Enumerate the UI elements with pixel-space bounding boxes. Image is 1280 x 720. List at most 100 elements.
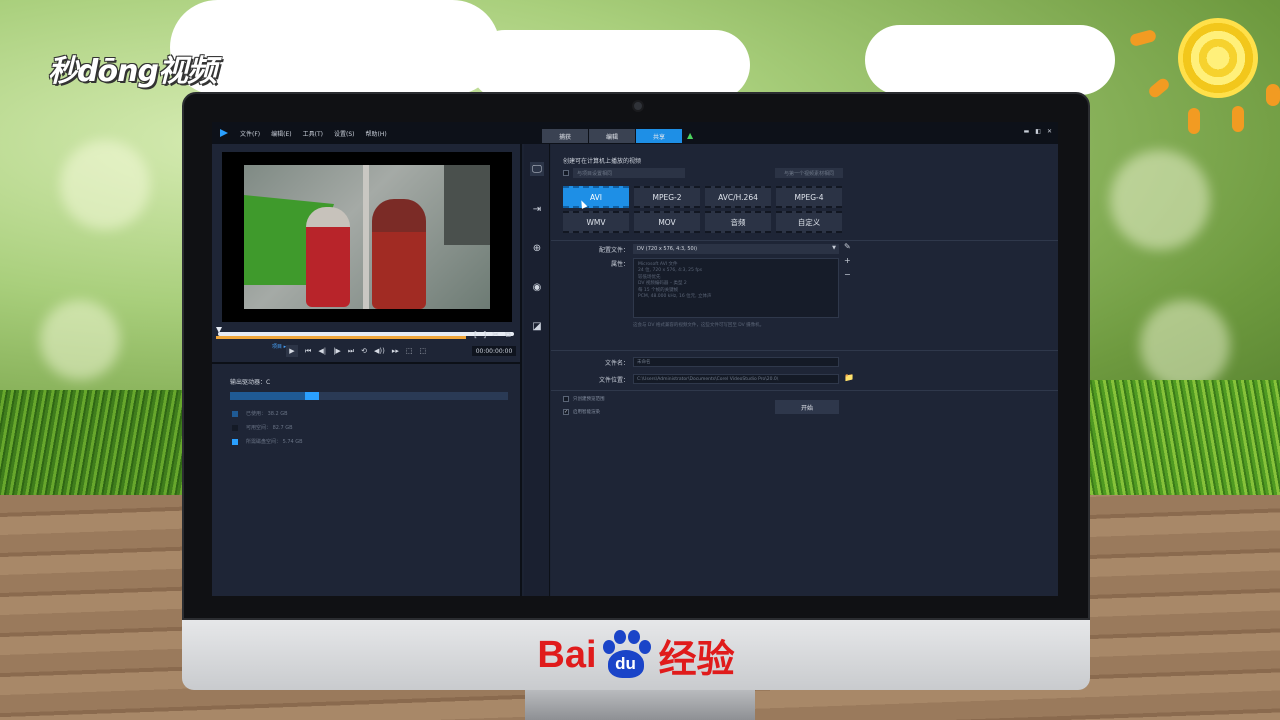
- disk-usage-bar: [230, 392, 508, 400]
- output-drive-label: 输出驱动器：C: [230, 379, 271, 386]
- mark-in-button[interactable]: [: [474, 330, 477, 340]
- disk-needed-fill: [305, 392, 319, 400]
- format-note: 这会与 DV 格式兼容的视频文件，这些文件可写回至 DV 摄像机。: [633, 323, 765, 328]
- app-window: 文件(F) 编辑(E) 工具(T) 设置(S) 帮助(H) 捕获 编辑 共享 ▲…: [212, 122, 1058, 596]
- menu-file[interactable]: 文件(F): [240, 129, 260, 138]
- legend-swatch: [232, 438, 238, 445]
- profile-tools: ✎ + −: [844, 240, 851, 282]
- play-button[interactable]: ▶: [286, 345, 298, 357]
- display-mode-button[interactable]: ⬚: [420, 347, 427, 355]
- chevron-down-icon: ▼: [832, 245, 836, 251]
- location-input[interactable]: C:\Users\Administrator\Documents\Corel V…: [633, 374, 839, 384]
- legend-free-text: 可用空间： 82.7 GB: [246, 425, 293, 431]
- mark-out-button[interactable]: ]: [483, 330, 486, 340]
- divider: [551, 390, 1058, 391]
- volume-button[interactable]: ◀)): [374, 347, 385, 355]
- 3d-icon[interactable]: ◪: [530, 319, 544, 333]
- property-line: PCM, 48.000 kHz, 16 位元, 立体声: [638, 294, 712, 300]
- profile-dropdown[interactable]: DV (720 x 576, 4:3, 50i) ▼: [633, 244, 839, 254]
- smart-render-option[interactable]: ✓ 启用智能渲染: [563, 409, 600, 415]
- section-title: 创建可在计算机上播放的视频: [563, 158, 642, 165]
- share-settings-panel: 创建可在计算机上播放的视频 与项目设置相同 与第一个视频素材相同 AVI MPE…: [551, 144, 1058, 596]
- trim-controls: [ ] ✂ ⧉: [474, 330, 517, 340]
- properties-label: 属性：: [610, 261, 629, 268]
- cloud: [470, 30, 750, 100]
- menu-edit[interactable]: 编辑(E): [271, 129, 291, 138]
- disk-used-fill: [230, 392, 305, 400]
- menu-help[interactable]: 帮助(H): [365, 129, 386, 138]
- monitor-stand: [525, 690, 755, 720]
- profile-label: 配置文件：: [598, 247, 629, 254]
- preview-range-checkbox[interactable]: [563, 396, 569, 402]
- legend-swatch: [232, 424, 238, 431]
- preview-range-option[interactable]: 只创建预览范围: [563, 396, 605, 402]
- format-avi-button[interactable]: AVI: [563, 186, 629, 208]
- timecode-display[interactable]: 00:00:00:00: [472, 346, 516, 356]
- disc-icon[interactable]: ◉: [530, 280, 544, 294]
- filename-input[interactable]: 未命名: [633, 357, 839, 367]
- playback-controls: ▶ ⏮ ◀| |▶ ⏭ ⟲ ◀)) ▸▸ ⬚ ⬚: [286, 345, 433, 357]
- folder-icon[interactable]: 📁: [844, 373, 854, 382]
- home-button[interactable]: ⏮: [305, 347, 311, 356]
- project-settings-dropdown[interactable]: 与项目设置相同: [573, 168, 685, 178]
- tab-edit[interactable]: 编辑: [589, 129, 635, 143]
- format-mpeg4-button[interactable]: MPEG-4: [776, 186, 842, 208]
- preview-panel: [ ] ✂ ⧉ 项目 ▸ ▶ ⏮ ◀| |▶ ⏭ ⟲ ◀)) ▸▸ ⬚ ⬚ 00…: [212, 144, 522, 596]
- sun-ray: [1232, 106, 1244, 132]
- legend-swatch: [232, 410, 238, 417]
- format-mpeg2-button[interactable]: MPEG-2: [634, 186, 700, 208]
- baidu-logo-text: Bai: [537, 633, 597, 676]
- add-profile-icon[interactable]: +: [844, 254, 851, 268]
- webcam-icon: [632, 100, 644, 112]
- smart-render-checkbox[interactable]: ✓: [563, 409, 569, 415]
- aspect-button[interactable]: ⬚: [406, 347, 413, 355]
- upload-icon[interactable]: ▲: [687, 132, 695, 140]
- repeat-button[interactable]: ⟲: [361, 347, 367, 355]
- format-audio-button[interactable]: 音频: [705, 211, 771, 233]
- maximize-button[interactable]: ◧: [1035, 128, 1041, 135]
- split-clip-button[interactable]: ✂: [492, 330, 499, 340]
- next-frame-button[interactable]: |▶: [333, 347, 341, 355]
- remove-profile-icon[interactable]: −: [844, 268, 851, 282]
- baidu-jingyan-text: 经验: [658, 636, 735, 681]
- close-button[interactable]: ✕: [1047, 128, 1052, 135]
- divider: [212, 362, 522, 364]
- window-controls: ▬ ◧ ✕: [1018, 128, 1052, 135]
- menu-bar: 文件(F) 编辑(E) 工具(T) 设置(S) 帮助(H): [240, 129, 398, 138]
- baidu-paw-text: du: [607, 650, 644, 678]
- edit-profile-icon[interactable]: ✎: [844, 240, 851, 254]
- tab-share[interactable]: 共享: [636, 129, 682, 143]
- match-clip-button[interactable]: 与第一个视频素材相同: [775, 168, 843, 178]
- trim-range-bar[interactable]: [216, 336, 466, 339]
- hd-preview-button[interactable]: ▸▸: [392, 347, 399, 355]
- sun-ray: [1266, 84, 1280, 106]
- device-icon[interactable]: ⇥: [530, 202, 544, 216]
- location-label: 文件位置：: [598, 377, 629, 384]
- minimize-button[interactable]: ▬: [1024, 128, 1030, 135]
- web-icon[interactable]: ⊕: [530, 241, 544, 255]
- format-wmv-button[interactable]: WMV: [563, 211, 629, 233]
- start-button[interactable]: 开始: [775, 400, 839, 414]
- legend-free: 可用空间： 82.7 GB: [232, 424, 293, 431]
- legend-needed-text: 所需磁盘空间： 5.74 GB: [246, 439, 303, 445]
- previous-frame-button[interactable]: ◀|: [318, 347, 326, 355]
- format-custom-button[interactable]: 自定义: [776, 211, 842, 233]
- format-mov-button[interactable]: MOV: [634, 211, 700, 233]
- match-project-checkbox[interactable]: [563, 170, 569, 176]
- smart-render-label: 启用智能渲染: [573, 410, 600, 415]
- divider: [551, 350, 1058, 351]
- legend-needed: 所需磁盘空间： 5.74 GB: [232, 438, 303, 445]
- tab-capture[interactable]: 捕获: [542, 129, 588, 143]
- bokeh-light: [60, 140, 150, 230]
- bokeh-light: [40, 300, 120, 380]
- menu-settings[interactable]: 设置(S): [334, 129, 355, 138]
- format-avc-button[interactable]: AVC/H.264: [705, 186, 771, 208]
- grass: [1090, 380, 1280, 510]
- end-button[interactable]: ⏭: [348, 347, 354, 356]
- paw-icon: du: [599, 630, 653, 680]
- legend-used: 已使用： 38.2 GB: [232, 410, 288, 417]
- project-clip-toggle[interactable]: 项目 ▸: [272, 343, 286, 350]
- zoom-fit-button[interactable]: ⧉: [505, 330, 511, 340]
- computer-icon[interactable]: 🖵: [530, 162, 544, 176]
- menu-tools[interactable]: 工具(T): [303, 129, 323, 138]
